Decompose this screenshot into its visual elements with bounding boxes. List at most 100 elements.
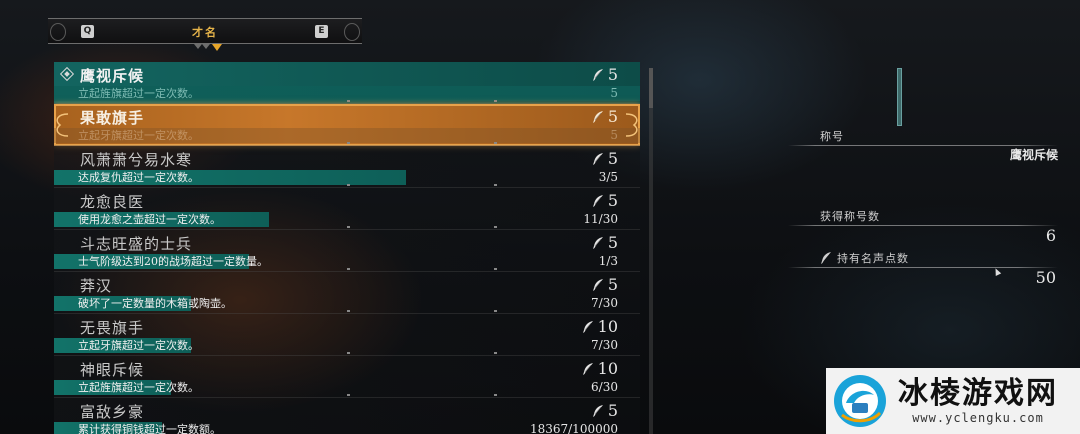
fame-reward: 5 [592,149,618,168]
title-row[interactable]: 龙愈良医 5 使用龙愈之壶超过一定次数。 11/30 [54,188,640,230]
feather-icon [592,278,604,292]
title-description: 使用龙愈之壶超过一定次数。 [78,213,221,226]
title-name: 鹰视斥候 [80,67,145,85]
title-description: 士气阶级达到20的战场超过一定数量。 [78,255,268,268]
progress-tick [347,310,350,312]
fame-reward-value: 5 [607,191,618,210]
title-progress: 5 [610,128,618,142]
ornament-icon [56,113,69,137]
fame-reward: 5 [592,233,618,252]
title-row[interactable]: 无畏旗手 10 立起牙旗超过一定次数。 7/30 [54,314,640,356]
title-description: 立起旌旗超过一定次数。 [78,87,199,100]
fame-reward-value: 10 [597,317,618,336]
feather-icon [592,236,604,250]
ornament-icon [625,113,638,137]
progress-tick [347,268,350,270]
watermark-url: www.yclengku.com [912,411,1044,425]
progress-tick [493,268,497,270]
obtained-titles-label: 获得称号数 [820,210,880,223]
progress-tick [493,226,497,228]
title-name: 果敢旗手 [80,109,145,127]
fame-reward-value: 5 [607,107,618,126]
current-title-value: 鹰视斥候 [1009,148,1058,162]
fame-reward-value: 5 [607,275,618,294]
fame-reward: 5 [592,107,618,126]
divider [788,225,1058,226]
title-name: 神眼斥候 [80,361,145,379]
next-tab-key[interactable]: E [315,25,328,38]
fame-reward: 5 [592,191,618,210]
title-progress: 5 [610,86,618,100]
fame-points-value: 50 [1035,268,1056,287]
list-scrollbar[interactable] [649,68,653,434]
title-progress: 3/5 [598,170,618,184]
title-row[interactable]: 果敢旗手 5 立起牙旗超过一定次数。 5 [54,104,640,146]
fame-reward-value: 10 [597,359,618,378]
title-name: 风萧萧兮易水寒 [80,151,193,169]
title-progress: 6/30 [591,380,618,394]
fame-reward-value: 5 [607,65,618,84]
feather-icon [582,362,594,376]
title-progress: 11/30 [583,212,618,226]
title-progress: 18367/100000 [529,422,618,434]
title-description: 累计获得铜钱超过一定数额。 [78,423,221,434]
title-progress: 7/30 [591,338,618,352]
progress-tick [493,184,497,186]
site-watermark: 冰棱游戏网 www.yclengku.com [826,368,1080,434]
fame-reward-value: 5 [607,233,618,252]
fame-reward: 10 [582,317,618,336]
title-row[interactable]: 富敌乡豪 5 累计获得铜钱超过一定数额。 18367/100000 [54,398,640,434]
title-progress: 7/30 [591,296,618,310]
progress-tick [493,142,497,144]
divider [788,267,1058,268]
title-name: 富敌乡豪 [80,403,145,421]
watermark-logo-icon [834,375,886,427]
scrollbar-thumb[interactable] [649,68,653,108]
tab-bar: Q 才名 E [48,18,362,44]
feather-icon [592,110,604,124]
title-progress: 1/3 [598,254,618,268]
title-name: 斗志旺盛的士兵 [80,235,193,253]
mouse-cursor-icon [992,267,1002,276]
progress-tick [347,184,350,186]
tab-indicator-icon [190,44,226,52]
title-description: 立起牙旗超过一定次数。 [78,129,199,142]
feather-icon [592,152,604,166]
title-row[interactable]: 神眼斥候 10 立起旌旗超过一定次数。 6/30 [54,356,640,398]
fame-points-label: 持有名声点数 [820,250,909,266]
title-description: 立起旌旗超过一定次数。 [78,381,199,394]
title-name: 无畏旗手 [80,319,145,337]
title-row[interactable]: 鹰视斥候 5 立起旌旗超过一定次数。 5 [54,62,640,104]
fame-reward-value: 5 [607,149,618,168]
title-description: 立起牙旗超过一定次数。 [78,339,199,352]
title-row[interactable]: 斗志旺盛的士兵 5 士气阶级达到20的战场超过一定数量。 1/3 [54,230,640,272]
feather-icon [820,251,832,265]
fame-reward: 5 [592,401,618,420]
panel-marker [897,68,902,126]
feather-icon [582,320,594,334]
title-description: 破坏了一定数量的木箱或陶壶。 [78,297,232,310]
progress-tick [347,142,350,144]
watermark-title: 冰棱游戏网 [898,376,1058,411]
progress-tick [347,352,350,354]
progress-tick [347,394,350,396]
current-title-label: 称号 [820,130,844,143]
title-row[interactable]: 风萧萧兮易水寒 5 达成复仇超过一定次数。 3/5 [54,146,640,188]
fame-reward: 10 [582,359,618,378]
obtained-titles-value: 6 [1045,226,1056,245]
fame-reward: 5 [592,65,618,84]
fame-reward-value: 5 [607,401,618,420]
title-list: 鹰视斥候 5 立起旌旗超过一定次数。 5 果敢旗手 5 立起牙旗超过一定次数。 5 风萧萧兮易水… [54,62,640,434]
title-name: 龙愈良医 [80,193,145,211]
progress-tick [493,310,497,312]
title-name: 莽汉 [80,277,113,295]
feather-icon [592,194,604,208]
fame-points-label-text: 持有名声点数 [837,252,909,265]
progress-tick [347,100,350,102]
feather-icon [592,404,604,418]
progress-tick [347,226,350,228]
title-row[interactable]: 莽汉 5 破坏了一定数量的木箱或陶壶。 7/30 [54,272,640,314]
fame-reward: 5 [592,275,618,294]
feather-icon [592,68,604,82]
progress-tick [493,394,497,396]
